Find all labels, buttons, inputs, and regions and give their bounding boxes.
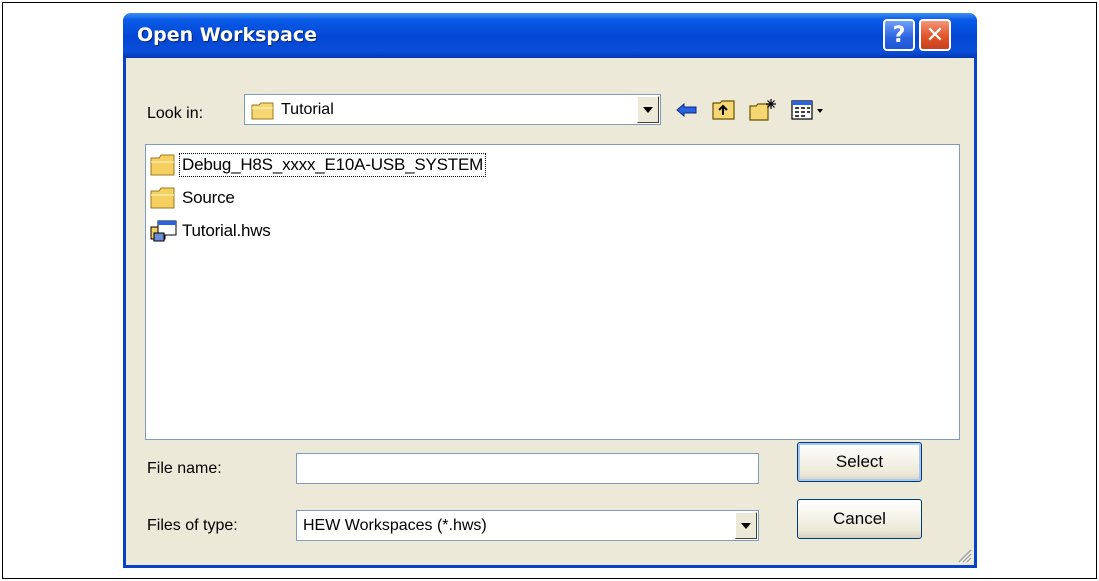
open-workspace-dialog: Open Workspace ? ✕ Look in: Tutorial Deb… [123,13,977,568]
file-list[interactable]: Debug_H8S_xxxx_E10A-USB_SYSTEM Source Tu… [145,144,960,440]
dialog-title: Open Workspace [137,24,317,46]
file-name-input[interactable] [296,453,759,484]
close-button[interactable]: ✕ [919,19,951,51]
folder-icon [251,102,274,120]
look-in-value: Tutorial [281,101,334,118]
back-button[interactable] [672,96,702,124]
close-icon: ✕ [925,22,945,48]
cancel-button[interactable]: Cancel [797,499,922,539]
up-one-level-button[interactable] [708,96,740,124]
file-name: Debug_H8S_xxxx_E10A-USB_SYSTEM [178,153,487,177]
files-of-type-label: Files of type: [147,517,238,534]
file-name-label: File name: [147,460,222,477]
help-icon: ? [892,22,906,48]
new-folder-button[interactable] [746,96,780,124]
chevron-down-icon [643,106,653,113]
help-button[interactable]: ? [883,19,915,51]
select-button[interactable]: Select [797,442,922,482]
folder-icon [150,187,175,209]
file-name: Source [182,188,235,207]
look-in-label: Look in: [147,105,204,122]
files-of-type-dropdown-button[interactable] [735,512,757,539]
new-folder-icon [749,99,776,121]
look-in-dropdown-button[interactable] [637,96,659,123]
list-item[interactable]: Source [150,183,237,213]
up-folder-icon [712,100,735,120]
view-menu-button[interactable] [790,96,826,124]
list-item[interactable]: Tutorial.hws [150,216,273,246]
resize-grip-icon[interactable] [956,547,972,563]
chevron-down-icon [741,522,751,529]
files-of-type-value: HEW Workspaces (*.hws) [303,517,487,534]
view-menu-icon [791,100,823,120]
back-arrow-icon [676,103,697,117]
files-of-type-select[interactable]: HEW Workspaces (*.hws) [296,510,759,541]
workspace-file-icon [150,220,177,242]
title-bar[interactable]: Open Workspace ? ✕ [123,13,977,58]
folder-icon [150,154,175,176]
look-in-combo[interactable]: Tutorial [244,94,661,125]
file-name: Tutorial.hws [182,221,271,240]
list-item[interactable]: Debug_H8S_xxxx_E10A-USB_SYSTEM [150,150,487,180]
